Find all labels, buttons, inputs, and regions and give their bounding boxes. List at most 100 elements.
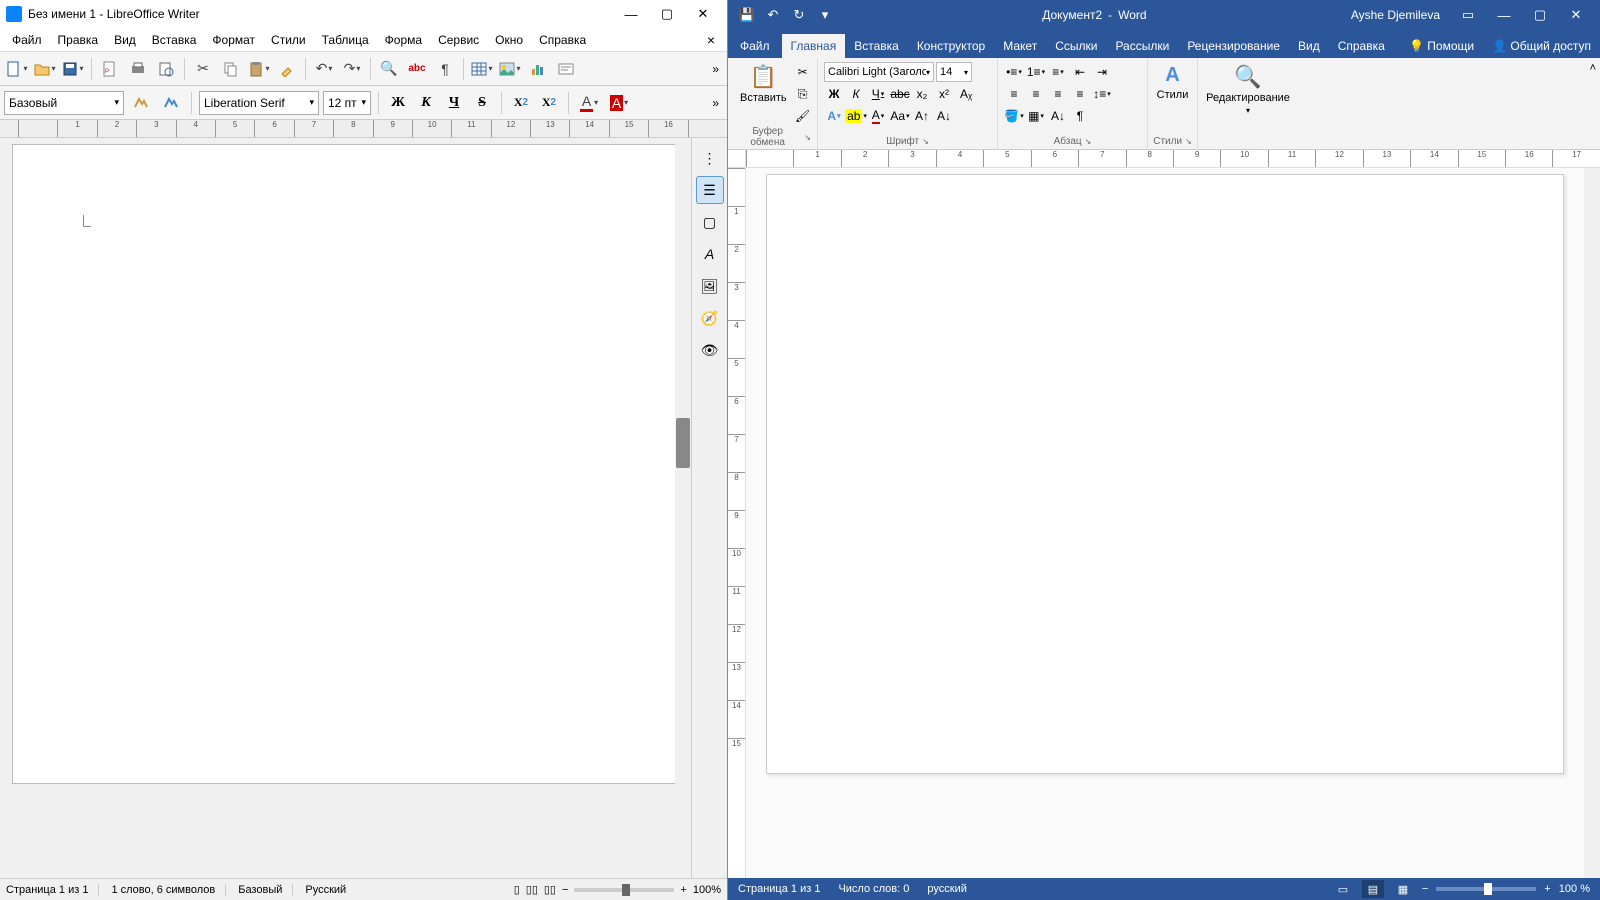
wd-numbering-button[interactable]: 1≡ — [1026, 62, 1046, 82]
wd-close-button[interactable]: ✕ — [1558, 7, 1594, 23]
wd-strike-button[interactable]: abc — [890, 84, 910, 104]
wd-format-painter-icon[interactable]: 🖌 — [793, 106, 813, 126]
tab-view[interactable]: Вид — [1289, 34, 1329, 58]
sidebar-page-icon[interactable]: ▢ — [696, 208, 724, 236]
wd-grow-font-button[interactable]: A↑ — [912, 106, 932, 126]
undo-button[interactable]: ↶ — [311, 56, 337, 82]
tab-mailings[interactable]: Рассылки — [1106, 34, 1178, 58]
sidebar-styles-icon[interactable]: A — [696, 240, 724, 268]
view-book-icon[interactable]: ▯▯ — [544, 883, 556, 896]
lo-vertical-scrollbar[interactable] — [675, 138, 691, 878]
print-button[interactable] — [125, 56, 151, 82]
wd-zoom-slider[interactable] — [1436, 887, 1536, 891]
font-name-combo[interactable]: Liberation Serif▾ — [199, 91, 319, 115]
sidebar-navigator-icon[interactable]: 🧭 — [696, 304, 724, 332]
font-size-combo[interactable]: 12 пт▾ — [323, 91, 371, 115]
zoom-out-button[interactable]: − — [562, 884, 568, 896]
wd-show-marks-button[interactable]: ¶ — [1070, 106, 1090, 126]
paragraph-style-combo[interactable]: Базовый▾ — [4, 91, 124, 115]
wd-subscript-button[interactable]: x₂ — [912, 84, 932, 104]
clipboard-dialog-launcher[interactable]: ↘ — [804, 133, 811, 142]
wd-shading-button[interactable]: 🪣 — [1004, 106, 1024, 126]
insert-table-button[interactable] — [469, 56, 495, 82]
wd-increase-indent-button[interactable]: ⇥ — [1092, 62, 1112, 82]
tab-design[interactable]: Конструктор — [908, 34, 994, 58]
wd-font-name-combo[interactable]: Calibri Light (Заголовки)▾ — [824, 62, 934, 82]
wd-zoom-in-button[interactable]: + — [1544, 883, 1550, 895]
status-lang[interactable]: Русский — [305, 884, 346, 896]
menu-format[interactable]: Формат — [206, 31, 261, 49]
wd-clear-format-button[interactable]: Aᵪ — [956, 84, 976, 104]
bold-button[interactable]: Ж — [386, 91, 410, 115]
zoom-in-button[interactable]: + — [680, 884, 686, 896]
wd-zoom-out-button[interactable]: − — [1422, 883, 1428, 895]
wd-user-name[interactable]: Ayshe Djemileva — [1351, 8, 1440, 22]
zoom-slider[interactable] — [574, 888, 674, 892]
view-multi-icon[interactable]: ▯▯ — [526, 883, 538, 896]
wd-status-page[interactable]: Страница 1 из 1 — [738, 883, 820, 895]
update-style-button[interactable] — [128, 90, 154, 116]
wd-align-left-button[interactable]: ≡ — [1004, 84, 1024, 104]
save-button[interactable] — [60, 56, 86, 82]
toolbar-overflow[interactable]: » — [708, 62, 723, 76]
wd-superscript-button[interactable]: x² — [934, 84, 954, 104]
redo-button[interactable]: ↷ — [339, 56, 365, 82]
insert-chart-button[interactable] — [525, 56, 551, 82]
wd-vertical-scrollbar[interactable] — [1584, 168, 1600, 878]
menu-tools[interactable]: Сервис — [432, 31, 485, 49]
tab-insert[interactable]: Вставка — [845, 34, 908, 58]
paste-button[interactable]: 📋 Вставить — [734, 60, 793, 126]
share-button[interactable]: 👤 Общий доступ — [1483, 34, 1600, 58]
tab-layout[interactable]: Макет — [994, 34, 1046, 58]
paste-button[interactable] — [246, 56, 272, 82]
format-paintbrush-button[interactable] — [274, 56, 300, 82]
wd-font-size-combo[interactable]: 14▾ — [936, 62, 972, 82]
wd-decrease-indent-button[interactable]: ⇤ — [1070, 62, 1090, 82]
wd-web-layout-icon[interactable]: ▦ — [1392, 880, 1414, 898]
tab-references[interactable]: Ссылки — [1046, 34, 1106, 58]
strikethrough-button[interactable]: S — [470, 91, 494, 115]
spell-check-button[interactable]: abc — [404, 56, 430, 82]
subscript-button[interactable]: X2 — [537, 91, 561, 115]
view-single-icon[interactable]: ▯ — [514, 883, 520, 896]
underline-button[interactable]: Ч — [442, 91, 466, 115]
menu-table[interactable]: Таблица — [316, 31, 375, 49]
wd-bold-button[interactable]: Ж — [824, 84, 844, 104]
lo-document-page[interactable] — [12, 144, 679, 784]
print-preview-button[interactable] — [153, 56, 179, 82]
menu-file[interactable]: Файл — [6, 31, 48, 49]
sidebar-properties-icon[interactable]: ☰ — [696, 176, 724, 204]
insert-image-button[interactable] — [497, 56, 523, 82]
wd-text-effects-button[interactable]: A — [824, 106, 844, 126]
tab-home[interactable]: Главная — [782, 34, 846, 58]
wd-shrink-font-button[interactable]: A↓ — [934, 106, 954, 126]
menu-styles[interactable]: Стили — [265, 31, 312, 49]
wd-sort-button[interactable]: A↓ — [1048, 106, 1068, 126]
find-replace-button[interactable]: 🔍 — [376, 56, 402, 82]
wd-page-area[interactable] — [746, 168, 1584, 878]
status-words[interactable]: 1 слово, 6 символов — [111, 884, 226, 896]
wd-align-right-button[interactable]: ≡ — [1048, 84, 1068, 104]
lo-maximize-button[interactable]: ▢ — [649, 6, 685, 22]
wd-italic-button[interactable]: К — [846, 84, 866, 104]
open-button[interactable] — [32, 56, 58, 82]
wd-document-page[interactable] — [766, 174, 1564, 774]
sidebar-inspector-icon[interactable]: 👁 — [696, 336, 724, 364]
tab-review[interactable]: Рецензирование — [1178, 34, 1289, 58]
lo-minimize-button[interactable]: — — [613, 7, 649, 22]
wd-minimize-button[interactable]: — — [1486, 8, 1522, 23]
highlight-color-button[interactable]: A — [606, 90, 632, 116]
editing-button[interactable]: 🔍 Редактирование ▾ — [1204, 60, 1292, 126]
wd-borders-button[interactable]: ▦ — [1026, 106, 1046, 126]
menu-view[interactable]: Вид — [108, 31, 142, 49]
wd-change-case-button[interactable]: Aa — [890, 106, 910, 126]
wd-undo-icon[interactable]: ↶ — [760, 2, 786, 28]
wd-vertical-ruler[interactable]: 123456789101112131415 — [728, 168, 746, 878]
wd-horizontal-ruler[interactable]: 1234567891011121314151617 — [728, 150, 1600, 168]
font-dialog-launcher[interactable]: ↘ — [922, 137, 929, 146]
wd-redo-icon[interactable]: ↻ — [786, 2, 812, 28]
italic-button[interactable]: К — [414, 91, 438, 115]
wd-maximize-button[interactable]: ▢ — [1522, 7, 1558, 23]
wd-status-words[interactable]: Число слов: 0 — [838, 883, 909, 895]
lo-horizontal-ruler[interactable]: 12345678910111213141516 — [0, 120, 727, 138]
